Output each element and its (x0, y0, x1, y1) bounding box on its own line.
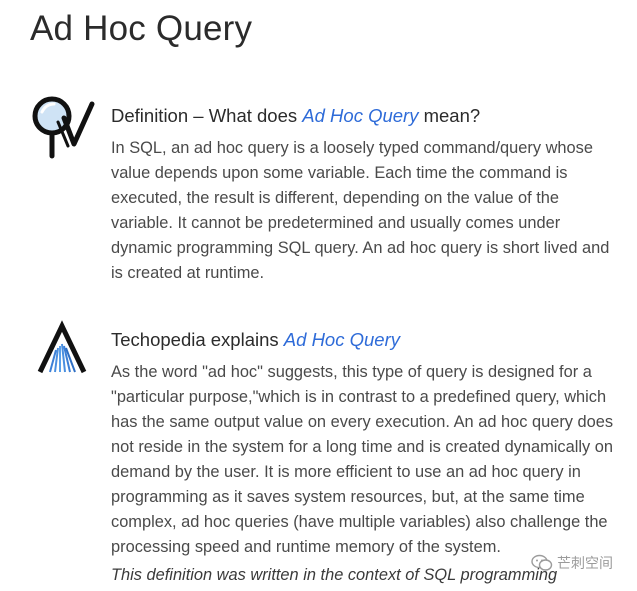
body-line: In SQL, an ad hoc query is a loosely typ… (111, 139, 593, 157)
body-line: "particular purpose,"which is in contras… (111, 388, 607, 406)
body-line: demand by the user. It is more efficient… (111, 463, 581, 481)
definition-heading-suffix: mean? (418, 105, 481, 126)
body-line: As the word "ad hoc" suggests, this type… (111, 363, 592, 381)
explains-heading: Techopedia explains Ad Hoc Query (111, 328, 400, 352)
definition-term-link[interactable]: Ad Hoc Query (302, 105, 418, 126)
watermark-text: 芒刺空间 (557, 556, 613, 572)
context-note: This definition was written in the conte… (111, 566, 558, 584)
body-line: executed, the result is different, depen… (111, 189, 560, 207)
definition-body: In SQL, an ad hoc query is a loosely typ… (111, 136, 636, 286)
body-line: variable. It cannot be predetermined and… (111, 214, 561, 232)
body-line: complex, ad hoc queries (have multiple v… (111, 513, 608, 531)
explains-body: As the word "ad hoc" suggests, this type… (111, 360, 636, 560)
definition-heading-prefix: Definition – What does (111, 105, 303, 126)
explains-heading-prefix: Techopedia explains (111, 329, 284, 350)
watermark: 芒刺空间 (531, 552, 613, 574)
magnifier-check-icon (32, 96, 95, 159)
body-line: programming as it saves system resources… (111, 488, 585, 506)
body-line: dynamic programming SQL query. An ad hoc… (111, 239, 610, 257)
body-line: not reside in the system for a long time… (111, 438, 613, 456)
techopedia-a-icon (37, 320, 87, 374)
body-line: value depends upon some variable. Each t… (111, 164, 568, 182)
wechat-icon (531, 554, 553, 571)
definition-heading: Definition – What does Ad Hoc Query mean… (111, 104, 480, 128)
body-line: has the same output value on every execu… (111, 413, 614, 431)
page-title: Ad Hoc Query (30, 9, 253, 48)
body-line: is created at runtime. (111, 264, 265, 282)
explains-term-link[interactable]: Ad Hoc Query (284, 329, 400, 350)
